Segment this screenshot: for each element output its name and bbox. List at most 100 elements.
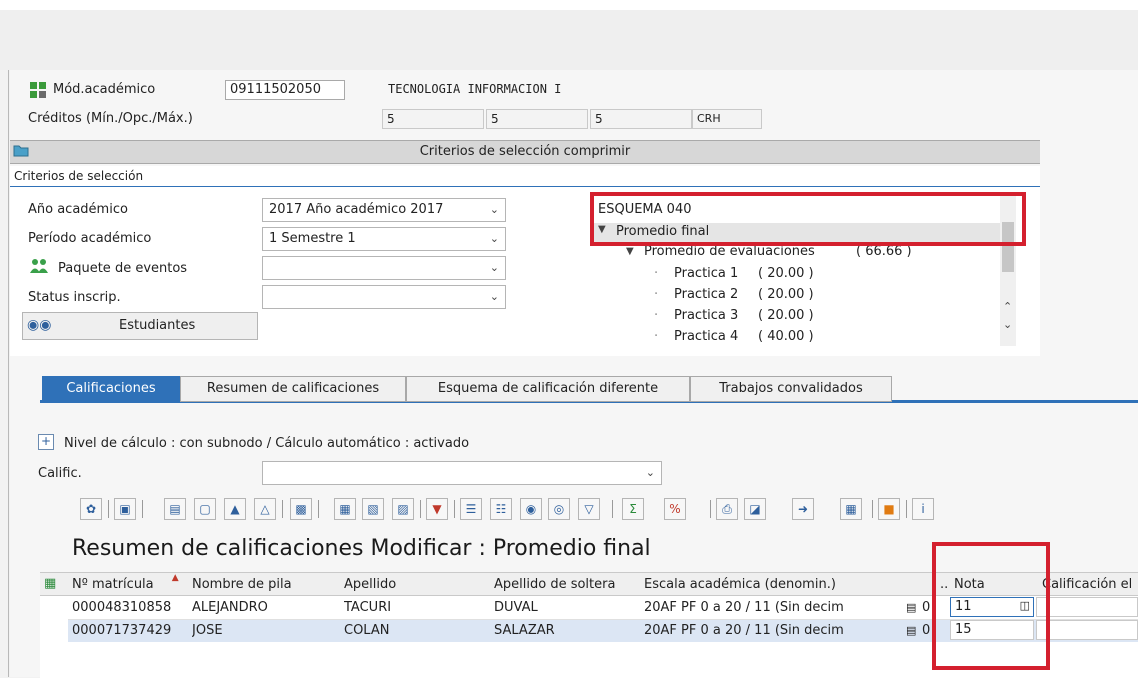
nivel-text: Nivel de cálculo : con subnodo / Cálculo… xyxy=(64,436,470,451)
cell-matricula: 000048310858 xyxy=(72,600,172,615)
tree-item-label: Practica 1 xyxy=(674,266,739,281)
find-next-icon[interactable]: ◎ xyxy=(548,498,570,520)
cred-opc-field: 5 xyxy=(486,109,588,129)
graphic-icon[interactable]: ■ xyxy=(878,498,900,520)
cell-soltera: DUVAL xyxy=(494,600,538,615)
toolbar-separator xyxy=(420,500,421,518)
scroll-up-icon[interactable]: ⌃ xyxy=(1003,300,1012,313)
bullet-icon: · xyxy=(654,287,659,302)
export-icon[interactable]: ➜ xyxy=(792,498,814,520)
folder-icon[interactable] xyxy=(13,143,29,157)
notes-icon[interactable]: ▤ xyxy=(906,598,916,618)
details-icon[interactable]: ✿ xyxy=(80,498,102,520)
toolbar-separator xyxy=(872,500,873,518)
col-soltera[interactable]: Apellido de soltera xyxy=(494,574,615,596)
tab-resumen[interactable]: Resumen de calificaciones xyxy=(180,376,406,402)
highlight-box-tree xyxy=(590,192,1026,246)
status-label: Status inscrip. xyxy=(28,290,121,305)
expand-subnode-icon[interactable]: + xyxy=(38,434,54,450)
chevron-down-icon: ⌄ xyxy=(489,261,499,274)
find-icon[interactable]: ◉ xyxy=(520,498,542,520)
calific-select[interactable]: ⌄ xyxy=(262,461,662,485)
print-icon[interactable]: ⎙ xyxy=(716,498,738,520)
periodo-select[interactable]: 1 Semestre 1 ⌄ xyxy=(262,227,506,251)
cred-min-field: 5 xyxy=(382,109,484,129)
cell-apellido: TACURI xyxy=(344,600,392,615)
highlight-box-nota xyxy=(932,542,1050,670)
filter-icon[interactable]: ▽ xyxy=(578,498,600,520)
layout-icon[interactable]: ▦ xyxy=(840,498,862,520)
people-icon xyxy=(30,258,48,274)
binoculars-icon: ◉◉ xyxy=(27,317,52,333)
insert-row-icon[interactable]: ▨ xyxy=(392,498,414,520)
chevron-down-icon: ⌄ xyxy=(489,203,499,216)
window-top-strip xyxy=(0,0,1138,10)
cell-num: 0 xyxy=(922,623,931,638)
anio-label: Año académico xyxy=(28,202,128,217)
toolbar-separator xyxy=(142,500,143,518)
periodo-label: Período académico xyxy=(28,231,152,246)
calific-label: Calific. xyxy=(38,466,82,481)
deselect-icon[interactable]: ▧ xyxy=(362,498,384,520)
modulo-code-field[interactable]: 09111502050 xyxy=(225,80,345,100)
tree-child-value: ( 66.66 ) xyxy=(856,244,912,259)
toolbar-separator xyxy=(454,500,455,518)
header-band xyxy=(0,10,1138,70)
info-icon[interactable]: i xyxy=(912,498,934,520)
copy-icon[interactable]: ▩ xyxy=(290,498,312,520)
select-all-rows-icon[interactable]: ▦ xyxy=(44,576,60,592)
anio-value: 2017 Año académico 2017 xyxy=(269,202,444,217)
sort-icon[interactable]: ▼ xyxy=(426,498,448,520)
criteria-title-underline xyxy=(10,186,1040,187)
calificacion-input-1[interactable] xyxy=(1036,597,1138,617)
students-button[interactable]: ◉◉ Estudiantes xyxy=(22,312,258,340)
expand-icon: ▼ xyxy=(626,246,634,257)
change-icon[interactable]: ▢ xyxy=(194,498,216,520)
tab-trabajos[interactable]: Trabajos convalidados xyxy=(690,376,892,402)
tree-child-label: Promedio de evaluaciones xyxy=(644,244,815,259)
cell-matricula: 000071737429 xyxy=(72,623,172,638)
save-icon[interactable]: ▣ xyxy=(114,498,136,520)
subtotal-icon[interactable]: % xyxy=(664,498,686,520)
chevron-down-icon: ⌄ xyxy=(489,232,499,245)
paquete-select[interactable]: ⌄ xyxy=(262,256,506,280)
toolbar-separator xyxy=(710,500,711,518)
collapse-criteria-bar[interactable]: Criterios de selección comprimir xyxy=(10,140,1040,164)
col-nombre[interactable]: Nombre de pila xyxy=(192,574,292,596)
col-calificacion[interactable]: Calificación el xyxy=(1042,574,1132,596)
unlock-icon[interactable]: △ xyxy=(254,498,276,520)
col-apellido[interactable]: Apellido xyxy=(344,574,396,596)
lock-icon[interactable]: ▲ xyxy=(224,498,246,520)
col-matricula[interactable]: Nº matrícula ▲ xyxy=(72,573,179,596)
detail-view-icon[interactable]: ▤ xyxy=(164,498,186,520)
paquete-label: Paquete de eventos xyxy=(58,261,188,276)
tab-esquema-diferente[interactable]: Esquema de calificación diferente xyxy=(406,376,690,402)
anio-select[interactable]: 2017 Año académico 2017 ⌄ xyxy=(262,198,506,222)
sort-descending-icon[interactable]: ☷ xyxy=(490,498,512,520)
notes-icon[interactable]: ▤ xyxy=(906,621,916,641)
cell-num: 0 xyxy=(922,600,931,615)
select-all-icon[interactable]: ▦ xyxy=(334,498,356,520)
tree-item-label: Practica 2 xyxy=(674,287,739,302)
section-bar-label: Criterios de selección comprimir xyxy=(419,144,631,159)
modulo-icon xyxy=(30,82,46,98)
cell-escala: 20AF PF 0 a 20 / 11 (Sin decim xyxy=(644,623,844,638)
cred-max-field: 5 xyxy=(590,109,692,129)
views-icon[interactable]: ◪ xyxy=(744,498,766,520)
scroll-down-icon[interactable]: ⌄ xyxy=(1003,318,1012,331)
cell-nombre: JOSE xyxy=(192,623,223,638)
calificacion-input-2[interactable] xyxy=(1036,620,1138,640)
criteria-title: Criterios de selección xyxy=(14,169,144,183)
modulo-label: Mód.académico xyxy=(53,82,156,97)
periodo-value: 1 Semestre 1 xyxy=(269,231,356,246)
tab-calificaciones[interactable]: Calificaciones xyxy=(42,376,180,402)
col-escala[interactable]: Escala académica (denomin.) xyxy=(644,574,836,596)
bullet-icon: · xyxy=(654,308,659,323)
students-button-label: Estudiantes xyxy=(119,318,196,333)
cell-soltera: SALAZAR xyxy=(494,623,555,638)
sort-ascending-icon[interactable]: ☰ xyxy=(460,498,482,520)
sum-icon[interactable]: Σ xyxy=(622,498,644,520)
toolbar-separator xyxy=(282,500,283,518)
status-select[interactable]: ⌄ xyxy=(262,285,506,309)
tree-item-value: ( 40.00 ) xyxy=(758,329,814,344)
